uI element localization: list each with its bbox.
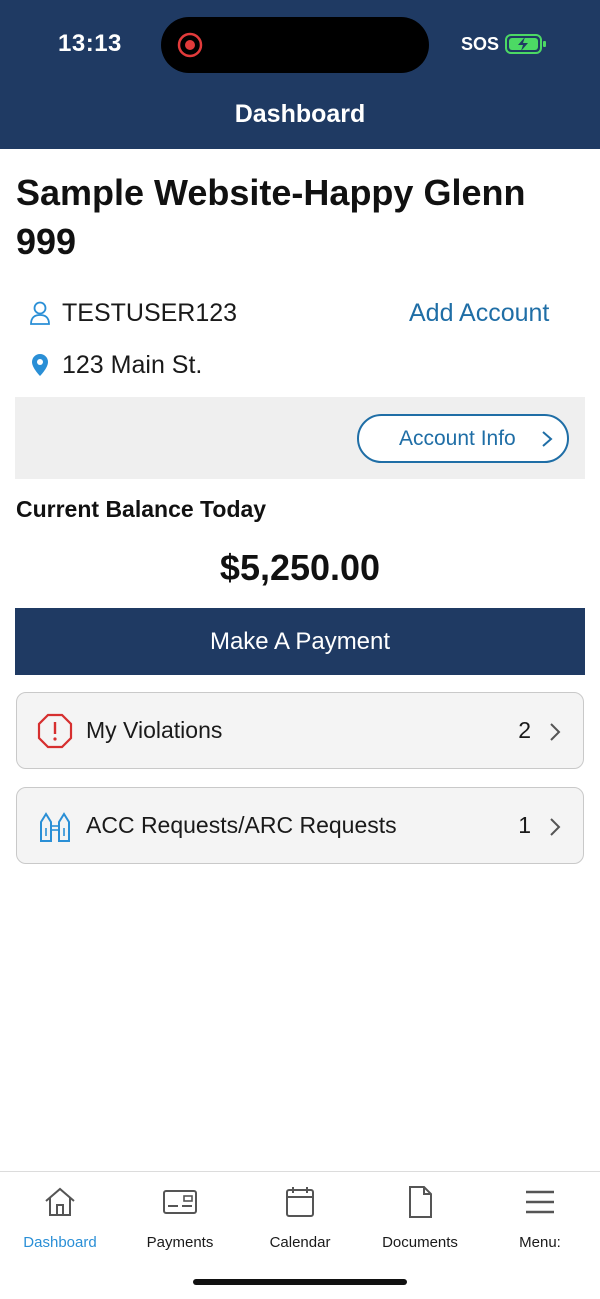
tab-label: Calendar <box>269 1234 331 1251</box>
tab-calendar[interactable]: Calendar <box>240 1184 360 1264</box>
username-row: TESTUSER123 <box>28 296 237 330</box>
tab-payments[interactable]: Payments <box>120 1184 240 1264</box>
tab-menu[interactable]: Menu: <box>480 1184 600 1264</box>
violations-count: 2 <box>518 717 531 743</box>
recording-icon <box>177 32 203 58</box>
architecture-icon <box>40 812 70 842</box>
user-icon <box>28 300 52 326</box>
acc-requests-card[interactable]: ACC Requests/ARC Requests 1 <box>16 787 584 864</box>
hamburger-icon <box>526 1190 554 1214</box>
tab-label: Menu: <box>519 1234 561 1251</box>
chevron-right-icon <box>542 431 553 447</box>
address-text: 123 Main St. <box>62 350 203 379</box>
tab-documents[interactable]: Documents <box>360 1184 480 1264</box>
account-info-label: Account Info <box>399 426 516 450</box>
location-pin-icon <box>28 352 52 378</box>
app-header: 13:13 SOS Dashboard <box>0 0 600 149</box>
address-row: 123 Main St. <box>28 348 202 382</box>
status-carrier: SOS <box>461 34 500 54</box>
add-account-link[interactable]: Add Account <box>409 296 549 330</box>
tab-label: Payments <box>146 1234 214 1251</box>
make-payment-button[interactable]: Make A Payment <box>15 608 585 675</box>
dynamic-island <box>161 17 429 73</box>
violation-octagon-icon <box>37 713 73 749</box>
page-title: Dashboard <box>234 100 366 128</box>
acc-requests-label: ACC Requests/ARC Requests <box>86 812 397 838</box>
battery-icon <box>505 34 546 54</box>
acc-requests-count: 1 <box>518 812 531 838</box>
violations-card[interactable]: My Violations 2 <box>16 692 584 769</box>
document-icon <box>409 1186 432 1218</box>
tab-label: Documents <box>382 1234 458 1251</box>
balance-label: Current Balance Today <box>16 496 267 522</box>
calendar-icon <box>286 1187 314 1217</box>
home-icon <box>45 1187 75 1216</box>
tab-dashboard[interactable]: Dashboard <box>0 1184 120 1264</box>
chevron-right-icon <box>550 818 561 836</box>
status-time: 13:13 <box>58 30 122 57</box>
card-icon <box>163 1190 197 1214</box>
home-indicator[interactable] <box>193 1279 407 1285</box>
balance-amount: $5,250.00 <box>219 547 381 588</box>
tab-label: Dashboard <box>23 1234 97 1251</box>
violations-label: My Violations <box>86 717 223 743</box>
account-info-button[interactable]: Account Info <box>357 414 569 463</box>
account-name: Sample Website-Happy Glenn 999 <box>16 172 526 262</box>
username-text: TESTUSER123 <box>62 298 238 327</box>
chevron-right-icon <box>550 723 561 741</box>
